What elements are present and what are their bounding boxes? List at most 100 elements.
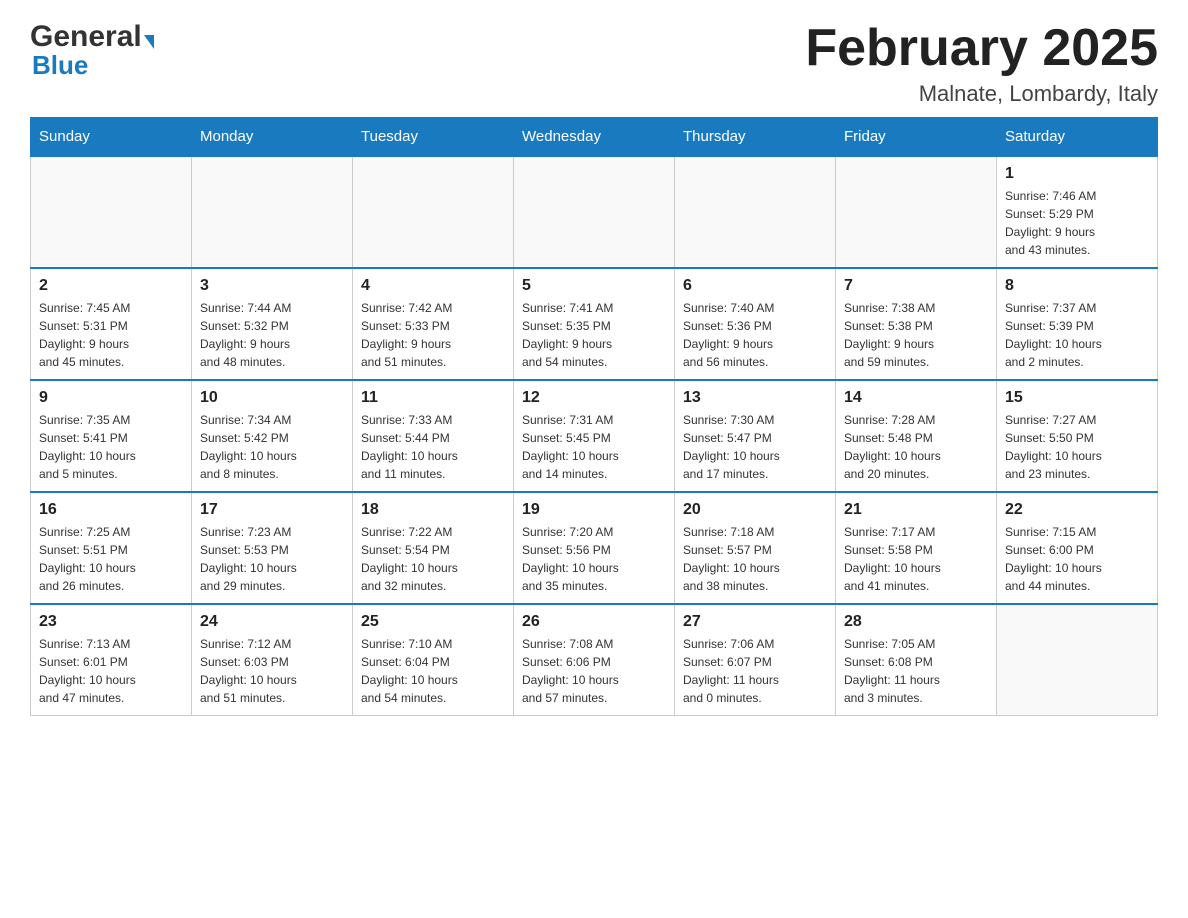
calendar-cell bbox=[675, 156, 836, 268]
calendar-cell: 18 Sunrise: 7:22 AM Sunset: 5:54 PM Dayli… bbox=[353, 492, 514, 604]
day-number: 8 bbox=[1005, 277, 1149, 295]
calendar-cell bbox=[514, 156, 675, 268]
calendar-cell: 14 Sunrise: 7:28 AM Sunset: 5:48 PM Dayli… bbox=[836, 380, 997, 492]
day-number: 4 bbox=[361, 277, 505, 295]
logo: General Blue bbox=[30, 20, 154, 81]
day-number: 26 bbox=[522, 613, 666, 631]
calendar-week-3: 9 Sunrise: 7:35 AM Sunset: 5:41 PM Daylig… bbox=[31, 380, 1158, 492]
day-number: 14 bbox=[844, 389, 988, 407]
day-info: Sunrise: 7:30 AM Sunset: 5:47 PM Dayligh… bbox=[683, 411, 827, 483]
day-number: 15 bbox=[1005, 389, 1149, 407]
day-number: 22 bbox=[1005, 501, 1149, 519]
col-sunday: Sunday bbox=[31, 118, 192, 157]
day-number: 11 bbox=[361, 389, 505, 407]
day-number: 25 bbox=[361, 613, 505, 631]
calendar-cell: 28 Sunrise: 7:05 AM Sunset: 6:08 PM Dayli… bbox=[836, 604, 997, 716]
day-number: 17 bbox=[200, 501, 344, 519]
calendar-cell: 13Sunrise: 7:30 AM Sunset: 5:47 PM Dayli… bbox=[675, 380, 836, 492]
day-info: Sunrise: 7:33 AM Sunset: 5:44 PM Dayligh… bbox=[361, 411, 505, 483]
calendar-cell: 6 Sunrise: 7:40 AM Sunset: 5:36 PM Daylig… bbox=[675, 268, 836, 380]
day-number: 5 bbox=[522, 277, 666, 295]
calendar-cell: 10Sunrise: 7:34 AM Sunset: 5:42 PM Dayli… bbox=[192, 380, 353, 492]
page-header: General Blue February 2025 Malnate, Lomb… bbox=[30, 20, 1158, 107]
title-block: February 2025 Malnate, Lombardy, Italy bbox=[805, 20, 1158, 107]
day-number: 6 bbox=[683, 277, 827, 295]
location: Malnate, Lombardy, Italy bbox=[805, 81, 1158, 107]
day-number: 7 bbox=[844, 277, 988, 295]
day-info: Sunrise: 7:10 AM Sunset: 6:04 PM Dayligh… bbox=[361, 635, 505, 707]
day-number: 1 bbox=[1005, 165, 1149, 183]
day-info: Sunrise: 7:18 AM Sunset: 5:57 PM Dayligh… bbox=[683, 523, 827, 595]
calendar-week-1: 1Sunrise: 7:46 AM Sunset: 5:29 PM Daylig… bbox=[31, 156, 1158, 268]
month-title: February 2025 bbox=[805, 20, 1158, 77]
calendar-cell: 24Sunrise: 7:12 AM Sunset: 6:03 PM Dayli… bbox=[192, 604, 353, 716]
calendar-cell: 9 Sunrise: 7:35 AM Sunset: 5:41 PM Daylig… bbox=[31, 380, 192, 492]
col-friday: Friday bbox=[836, 118, 997, 157]
day-info: Sunrise: 7:37 AM Sunset: 5:39 PM Dayligh… bbox=[1005, 299, 1149, 371]
day-info: Sunrise: 7:22 AM Sunset: 5:54 PM Dayligh… bbox=[361, 523, 505, 595]
calendar-cell: 23Sunrise: 7:13 AM Sunset: 6:01 PM Dayli… bbox=[31, 604, 192, 716]
calendar-cell: 20 Sunrise: 7:18 AM Sunset: 5:57 PM Dayli… bbox=[675, 492, 836, 604]
day-info: Sunrise: 7:25 AM Sunset: 5:51 PM Dayligh… bbox=[39, 523, 183, 595]
calendar-cell: 1Sunrise: 7:46 AM Sunset: 5:29 PM Daylig… bbox=[997, 156, 1158, 268]
day-info: Sunrise: 7:42 AM Sunset: 5:33 PM Dayligh… bbox=[361, 299, 505, 371]
day-info: Sunrise: 7:31 AM Sunset: 5:45 PM Dayligh… bbox=[522, 411, 666, 483]
day-number: 3 bbox=[200, 277, 344, 295]
calendar-header-row: Sunday Monday Tuesday Wednesday Thursday… bbox=[31, 118, 1158, 157]
col-tuesday: Tuesday bbox=[353, 118, 514, 157]
calendar-cell bbox=[353, 156, 514, 268]
calendar-cell: 4 Sunrise: 7:42 AM Sunset: 5:33 PM Daylig… bbox=[353, 268, 514, 380]
calendar-cell bbox=[31, 156, 192, 268]
calendar-cell: 5 Sunrise: 7:41 AM Sunset: 5:35 PM Daylig… bbox=[514, 268, 675, 380]
calendar-cell: 3 Sunrise: 7:44 AM Sunset: 5:32 PM Daylig… bbox=[192, 268, 353, 380]
day-info: Sunrise: 7:20 AM Sunset: 5:56 PM Dayligh… bbox=[522, 523, 666, 595]
day-info: Sunrise: 7:41 AM Sunset: 5:35 PM Dayligh… bbox=[522, 299, 666, 371]
day-number: 18 bbox=[361, 501, 505, 519]
calendar-cell bbox=[997, 604, 1158, 716]
day-info: Sunrise: 7:40 AM Sunset: 5:36 PM Dayligh… bbox=[683, 299, 827, 371]
day-info: Sunrise: 7:28 AM Sunset: 5:48 PM Dayligh… bbox=[844, 411, 988, 483]
day-number: 27 bbox=[683, 613, 827, 631]
day-number: 21 bbox=[844, 501, 988, 519]
calendar-cell: 7 Sunrise: 7:38 AM Sunset: 5:38 PM Daylig… bbox=[836, 268, 997, 380]
calendar-cell: 21Sunrise: 7:17 AM Sunset: 5:58 PM Dayli… bbox=[836, 492, 997, 604]
day-number: 10 bbox=[200, 389, 344, 407]
calendar-table: Sunday Monday Tuesday Wednesday Thursday… bbox=[30, 117, 1158, 716]
day-number: 9 bbox=[39, 389, 183, 407]
day-info: Sunrise: 7:27 AM Sunset: 5:50 PM Dayligh… bbox=[1005, 411, 1149, 483]
day-number: 19 bbox=[522, 501, 666, 519]
day-info: Sunrise: 7:15 AM Sunset: 6:00 PM Dayligh… bbox=[1005, 523, 1149, 595]
day-info: Sunrise: 7:05 AM Sunset: 6:08 PM Dayligh… bbox=[844, 635, 988, 707]
day-number: 12 bbox=[522, 389, 666, 407]
day-info: Sunrise: 7:08 AM Sunset: 6:06 PM Dayligh… bbox=[522, 635, 666, 707]
calendar-week-5: 23Sunrise: 7:13 AM Sunset: 6:01 PM Dayli… bbox=[31, 604, 1158, 716]
calendar-cell: 11 Sunrise: 7:33 AM Sunset: 5:44 PM Dayli… bbox=[353, 380, 514, 492]
calendar-cell: 12 Sunrise: 7:31 AM Sunset: 5:45 PM Dayli… bbox=[514, 380, 675, 492]
calendar-cell: 26 Sunrise: 7:08 AM Sunset: 6:06 PM Dayli… bbox=[514, 604, 675, 716]
day-number: 23 bbox=[39, 613, 183, 631]
col-thursday: Thursday bbox=[675, 118, 836, 157]
calendar-cell: 22 Sunrise: 7:15 AM Sunset: 6:00 PM Dayli… bbox=[997, 492, 1158, 604]
day-info: Sunrise: 7:23 AM Sunset: 5:53 PM Dayligh… bbox=[200, 523, 344, 595]
day-info: Sunrise: 7:45 AM Sunset: 5:31 PM Dayligh… bbox=[39, 299, 183, 371]
calendar-week-2: 2 Sunrise: 7:45 AM Sunset: 5:31 PM Daylig… bbox=[31, 268, 1158, 380]
day-number: 2 bbox=[39, 277, 183, 295]
calendar-cell: 19 Sunrise: 7:20 AM Sunset: 5:56 PM Dayli… bbox=[514, 492, 675, 604]
day-info: Sunrise: 7:06 AM Sunset: 6:07 PM Dayligh… bbox=[683, 635, 827, 707]
day-info: Sunrise: 7:35 AM Sunset: 5:41 PM Dayligh… bbox=[39, 411, 183, 483]
logo-general-text: General bbox=[30, 20, 142, 53]
calendar-cell: 27 Sunrise: 7:06 AM Sunset: 6:07 PM Dayli… bbox=[675, 604, 836, 716]
day-info: Sunrise: 7:44 AM Sunset: 5:32 PM Dayligh… bbox=[200, 299, 344, 371]
logo-triangle-icon bbox=[144, 35, 154, 49]
calendar-cell: 16Sunrise: 7:25 AM Sunset: 5:51 PM Dayli… bbox=[31, 492, 192, 604]
calendar-cell: 17 Sunrise: 7:23 AM Sunset: 5:53 PM Dayli… bbox=[192, 492, 353, 604]
calendar-cell: 15 Sunrise: 7:27 AM Sunset: 5:50 PM Dayli… bbox=[997, 380, 1158, 492]
day-number: 28 bbox=[844, 613, 988, 631]
calendar-cell bbox=[192, 156, 353, 268]
day-info: Sunrise: 7:38 AM Sunset: 5:38 PM Dayligh… bbox=[844, 299, 988, 371]
day-number: 20 bbox=[683, 501, 827, 519]
calendar-cell: 2 Sunrise: 7:45 AM Sunset: 5:31 PM Daylig… bbox=[31, 268, 192, 380]
day-info: Sunrise: 7:12 AM Sunset: 6:03 PM Dayligh… bbox=[200, 635, 344, 707]
col-saturday: Saturday bbox=[997, 118, 1158, 157]
col-monday: Monday bbox=[192, 118, 353, 157]
